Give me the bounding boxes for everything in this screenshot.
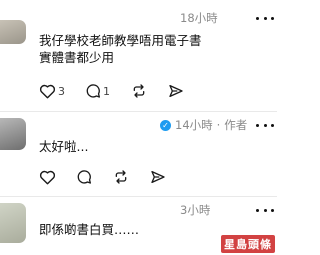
- comment-text: 我仔學校老師教學唔用電子書 實體書都少用: [39, 32, 202, 66]
- meta-separator: ·: [216, 118, 221, 132]
- action-bar: [39, 167, 166, 187]
- action-bar: 3 1: [39, 81, 184, 101]
- verified-badge: ✓: [160, 119, 171, 131]
- reply-bubble-icon: [86, 84, 100, 98]
- repost-icon: [115, 170, 127, 184]
- share-button[interactable]: [168, 81, 184, 101]
- timestamp: 18小時: [180, 11, 218, 25]
- comment-line: 太好啦...: [39, 139, 89, 154]
- watermark-logo: 星島頭條: [221, 235, 275, 253]
- repost-button[interactable]: [113, 167, 150, 187]
- reply-button[interactable]: 1: [85, 81, 131, 101]
- like-button[interactable]: 3: [39, 81, 85, 101]
- comment-text: 太好啦...: [39, 138, 88, 155]
- reply-bubble-icon: [77, 170, 91, 184]
- comment-line: 即係啲書白買……: [39, 222, 140, 237]
- comment-line: 我仔學校老師教學唔用電子書: [39, 33, 202, 48]
- share-send-icon: [151, 171, 165, 183]
- reply-count: 1: [103, 84, 110, 98]
- like-count: 3: [58, 84, 65, 98]
- comment-meta: 18小時: [180, 10, 218, 26]
- heart-icon: [39, 84, 56, 99]
- comment-meta: 3小時: [180, 202, 210, 218]
- comment-text: 即係啲書白買……: [39, 221, 139, 238]
- like-button[interactable]: [39, 167, 76, 187]
- repost-icon: [133, 84, 145, 98]
- more-options-icon[interactable]: [256, 10, 274, 26]
- share-send-icon: [169, 85, 183, 97]
- avatar[interactable]: [0, 20, 26, 44]
- more-options-icon[interactable]: [256, 202, 274, 218]
- comment-meta: ✓ 14小時 · 作者: [160, 117, 247, 133]
- avatar[interactable]: [0, 118, 26, 150]
- comment-2: ✓ 14小時 · 作者 太好啦...: [0, 112, 277, 202]
- more-options-icon[interactable]: [256, 117, 274, 133]
- avatar[interactable]: [0, 203, 26, 243]
- author-tag: 作者: [224, 118, 248, 132]
- timestamp: 14小時: [175, 118, 213, 132]
- share-button[interactable]: [150, 167, 166, 187]
- repost-button[interactable]: [131, 81, 168, 101]
- heart-icon: [39, 170, 56, 185]
- timestamp: 3小時: [180, 203, 211, 217]
- comment-1: 18小時 我仔學校老師教學唔用電子書 實體書都少用 3 1: [0, 0, 277, 110]
- reply-button[interactable]: [76, 167, 113, 187]
- comment-line: 實體書都少用: [39, 50, 115, 65]
